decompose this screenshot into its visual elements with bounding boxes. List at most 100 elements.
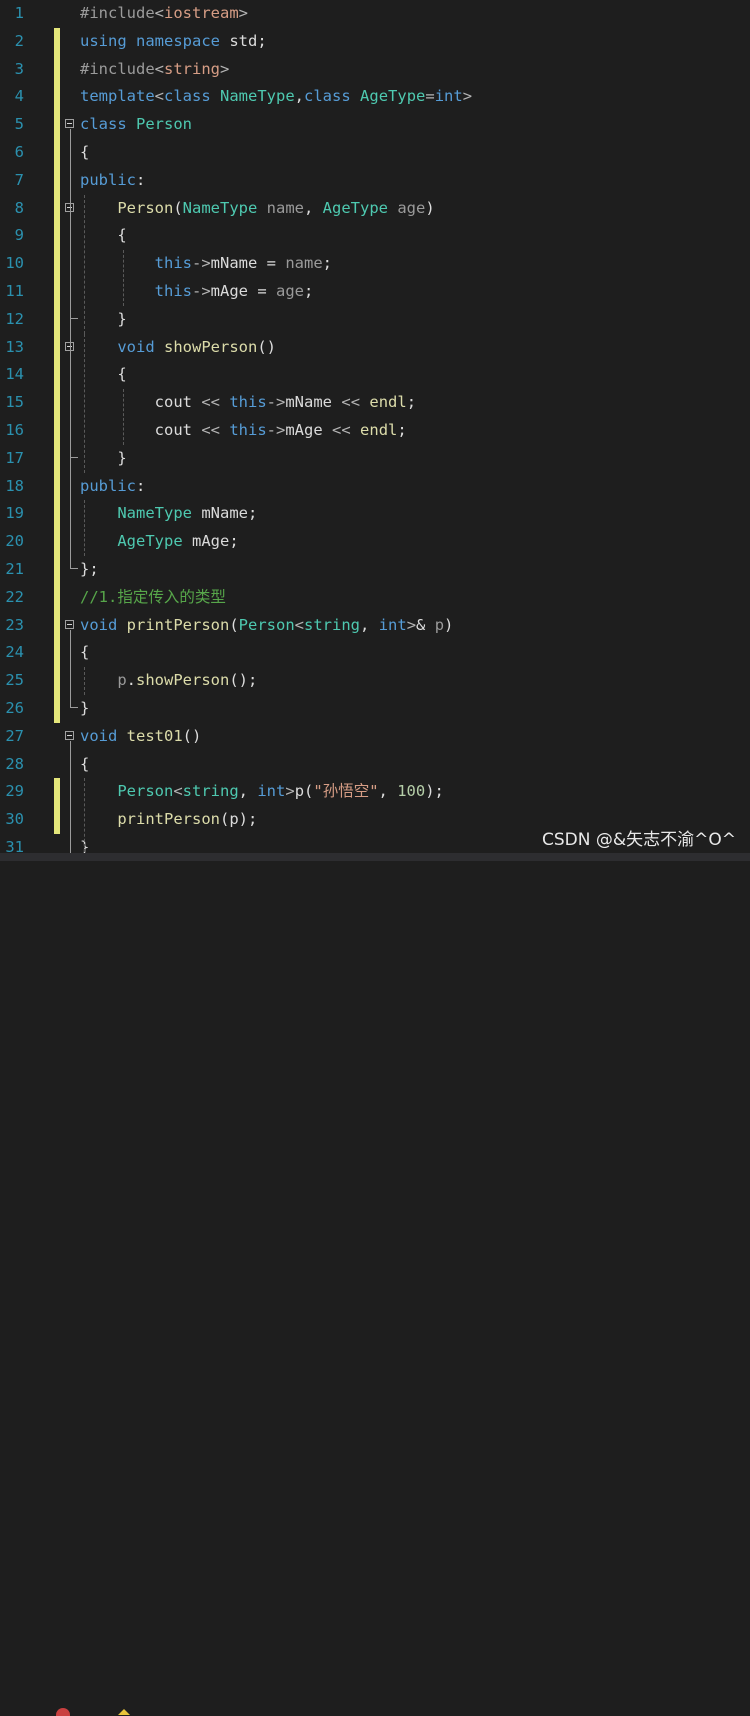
code-token: #include [80, 59, 155, 78]
code-token: > [238, 4, 248, 22]
change-marker [54, 444, 60, 473]
code-token: name [285, 254, 323, 273]
code-line[interactable]: 14 { [0, 361, 750, 390]
collapse-icon[interactable] [65, 730, 74, 740]
code-text: Person(NameType name, AgeType age) [80, 195, 434, 223]
line-number: 29 [5, 782, 24, 801]
code-token: AgeType [117, 532, 183, 551]
code-token: ) [444, 615, 454, 634]
outline-func-end [70, 707, 78, 708]
indent-guide [84, 194, 85, 334]
code-line[interactable]: 19 NameType mName; [0, 500, 750, 529]
code-text: printPerson(p); [80, 806, 257, 834]
code-line[interactable]: 24 { [0, 639, 750, 668]
code-token: (p); [219, 810, 258, 829]
change-marker [54, 361, 60, 390]
code-line[interactable]: 8 Person(NameType name, AgeType age) [0, 194, 750, 223]
code-token: , [238, 782, 258, 801]
code-token: (); [229, 671, 258, 690]
code-token: > [462, 87, 473, 106]
csdn-watermark: CSDN @&矢志不渝^O^ [542, 830, 736, 850]
code-token: > [406, 615, 417, 634]
code-line[interactable]: 22 //1.指定传入的类型 [0, 583, 750, 612]
code-line[interactable]: 21}; [0, 556, 750, 584]
line-number: 2 [14, 31, 24, 50]
code-line[interactable]: 17 } [0, 444, 750, 473]
collapse-icon[interactable] [65, 619, 74, 629]
code-text: NameType mName; [80, 500, 257, 528]
change-marker [54, 695, 60, 723]
code-line[interactable]: 26} [0, 695, 750, 723]
code-text: { [80, 639, 89, 667]
code-line[interactable]: 9 { [0, 222, 750, 251]
code-line[interactable]: 1 #include<iostream> [0, 0, 750, 28]
code-line[interactable]: 13 void showPerson() [0, 333, 750, 362]
line-number: 20 [5, 532, 24, 551]
code-token: name [266, 198, 304, 217]
code-token: this [229, 393, 267, 412]
code-line[interactable]: 12 } [0, 305, 750, 334]
code-line[interactable]: 29 Person<string, int>p("孙悟空", 100); [0, 778, 750, 807]
code-token: template [80, 87, 155, 106]
code-token: "孙悟空" [313, 782, 379, 801]
code-line[interactable]: 28 { [0, 751, 750, 779]
code-token: ( [173, 198, 183, 217]
code-text: { [80, 139, 89, 167]
code-token: , [294, 87, 305, 106]
code-line[interactable]: 5 class Person [0, 111, 750, 139]
change-marker [54, 278, 60, 306]
status-strip [0, 853, 750, 1716]
code-editor[interactable]: 1 #include<iostream> 2 using namespace std;… [0, 0, 750, 861]
code-line[interactable]: 25 p.showPerson(); [0, 667, 750, 695]
code-text: { [80, 222, 126, 250]
code-line[interactable]: 4 template<class NameType,class AgeType=i… [0, 83, 750, 112]
change-marker [54, 417, 60, 445]
change-marker [54, 194, 60, 223]
code-line[interactable]: 27 void test01() [0, 723, 750, 751]
code-token: p [434, 615, 445, 634]
code-line[interactable]: 2 using namespace std; [0, 27, 750, 56]
code-line[interactable]: 16 cout << this->mAge << endl; [0, 417, 750, 445]
code-token: , [378, 782, 398, 801]
line-number: 18 [5, 476, 24, 495]
code-token: > [285, 782, 295, 801]
code-token: mName [285, 393, 333, 412]
code-token: age [397, 198, 426, 217]
line-number: 24 [5, 643, 24, 662]
code-text: this->mAge = age; [80, 278, 314, 306]
line-number: 3 [14, 59, 24, 78]
code-token: ; [322, 254, 332, 273]
code-line[interactable]: 18 public: [0, 472, 750, 501]
code-line[interactable]: 6{ [0, 139, 750, 167]
code-token: int [378, 615, 407, 634]
code-token: this [229, 421, 267, 439]
code-line[interactable]: 11 this->mAge = age; [0, 278, 750, 306]
code-line[interactable]: 15 cout << this->mName << endl; [0, 389, 750, 417]
code-token: > [220, 59, 230, 78]
code-line[interactable]: 20 AgeType mAge; [0, 528, 750, 556]
code-token: int [257, 782, 286, 801]
code-token: NameType [117, 504, 192, 523]
code-token: endl [360, 421, 398, 439]
code-line[interactable]: 23 void printPerson(Person<string, int>& … [0, 611, 750, 640]
code-token: -> [191, 254, 211, 273]
code-token: #include [80, 4, 155, 22]
code-line[interactable]: 10 this->mName = name; [0, 250, 750, 278]
code-line[interactable]: 7 public: [0, 166, 750, 195]
code-text: #include<iostream> [80, 0, 248, 28]
code-token: { [80, 365, 127, 384]
code-token: { [80, 643, 90, 662]
code-token: NameType [182, 198, 258, 217]
line-number: 8 [14, 198, 24, 217]
code-line[interactable]: 3 #include<string> [0, 55, 750, 84]
code-text: void showPerson() [80, 334, 276, 362]
line-number: 22 [5, 587, 24, 606]
collapse-icon[interactable] [65, 119, 74, 129]
warning-icon [118, 1709, 130, 1715]
line-number: 15 [5, 393, 24, 412]
